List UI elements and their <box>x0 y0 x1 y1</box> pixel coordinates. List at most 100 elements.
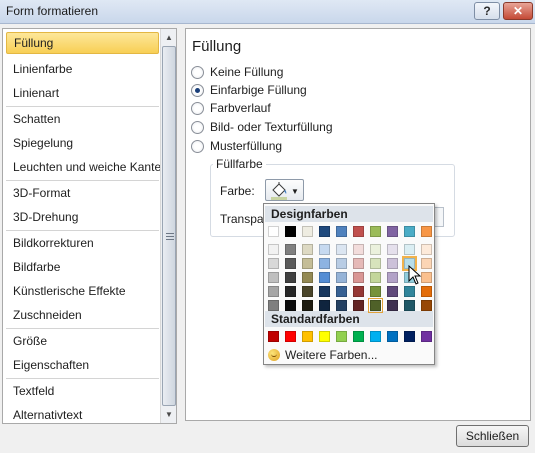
theme-color-swatch[interactable] <box>268 226 279 237</box>
theme-color-swatch[interactable] <box>353 272 364 283</box>
standard-color-swatch[interactable] <box>302 331 313 342</box>
nav-item-linienart[interactable]: Linienart <box>6 82 159 104</box>
option-musterfuellung[interactable]: Musterfüllung <box>191 137 282 155</box>
theme-color-swatch[interactable] <box>387 286 398 297</box>
theme-color-swatch[interactable] <box>353 300 364 311</box>
more-colors-item[interactable]: Weitere Farben... <box>268 347 377 363</box>
nav-item-leuchten[interactable]: Leuchten und weiche Kanten <box>6 156 168 178</box>
scroll-thumb[interactable] <box>162 46 176 406</box>
nav-item-groesse[interactable]: Größe <box>6 330 159 352</box>
theme-color-swatch[interactable] <box>285 286 296 297</box>
standard-color-swatch[interactable] <box>404 331 415 342</box>
scroll-down-icon[interactable]: ▼ <box>161 406 176 422</box>
theme-color-swatch[interactable] <box>421 272 432 283</box>
theme-color-swatch[interactable] <box>387 226 398 237</box>
theme-color-swatch[interactable] <box>336 300 347 311</box>
theme-color-swatch[interactable] <box>319 244 330 255</box>
theme-color-swatch[interactable] <box>336 258 347 269</box>
theme-color-swatch[interactable] <box>285 244 296 255</box>
theme-color-swatch[interactable] <box>387 272 398 283</box>
theme-color-swatch[interactable] <box>302 244 313 255</box>
standard-color-swatch[interactable] <box>370 331 381 342</box>
theme-color-swatch[interactable] <box>370 286 381 297</box>
theme-color-swatch[interactable] <box>319 258 330 269</box>
close-button[interactable]: Schließen <box>456 425 529 447</box>
theme-color-swatch[interactable] <box>404 226 415 237</box>
theme-color-swatch[interactable] <box>268 272 279 283</box>
option-farbverlauf[interactable]: Farbverlauf <box>191 99 271 117</box>
radio-icon[interactable] <box>191 65 204 79</box>
theme-color-swatch[interactable] <box>370 258 381 269</box>
theme-color-swatch[interactable] <box>285 300 296 311</box>
nav-item-zuschneiden[interactable]: Zuschneiden <box>6 304 159 326</box>
theme-color-swatch[interactable] <box>302 258 313 269</box>
close-window-button[interactable]: ✕ <box>503 2 533 20</box>
scroll-up-icon[interactable]: ▲ <box>161 29 176 45</box>
nav-item-schatten[interactable]: Schatten <box>6 108 159 130</box>
nav-item-spiegelung[interactable]: Spiegelung <box>6 132 159 154</box>
nav-item-kuenstlerische-effekte[interactable]: Künstlerische Effekte <box>6 280 159 302</box>
theme-color-swatch[interactable] <box>387 258 398 269</box>
theme-color-swatch[interactable] <box>387 300 398 311</box>
radio-icon[interactable] <box>191 139 204 153</box>
nav-item-linienfarbe[interactable]: Linienfarbe <box>6 58 159 80</box>
theme-color-swatch[interactable] <box>336 286 347 297</box>
standard-color-swatch[interactable] <box>268 331 279 342</box>
nav-item-3d-format[interactable]: 3D-Format <box>6 182 159 204</box>
radio-checked-icon[interactable] <box>191 83 204 97</box>
option-keine-fuellung[interactable]: Keine Füllung <box>191 63 283 81</box>
standard-color-swatch[interactable] <box>421 331 432 342</box>
theme-color-swatch[interactable] <box>370 244 381 255</box>
nav-item-textfeld[interactable]: Textfeld <box>6 380 159 402</box>
standard-color-swatch[interactable] <box>387 331 398 342</box>
theme-color-swatch[interactable] <box>319 286 330 297</box>
theme-color-swatch[interactable] <box>302 226 313 237</box>
theme-color-swatch[interactable] <box>353 244 364 255</box>
theme-color-swatch[interactable] <box>285 226 296 237</box>
nav-item-3d-drehung[interactable]: 3D-Drehung <box>6 206 159 228</box>
theme-color-swatch[interactable] <box>336 244 347 255</box>
theme-color-swatch[interactable] <box>319 300 330 311</box>
theme-color-swatch[interactable] <box>387 244 398 255</box>
standard-color-swatch[interactable] <box>285 331 296 342</box>
theme-color-swatch[interactable] <box>353 286 364 297</box>
nav-item-fuellung[interactable]: Füllung <box>6 32 159 54</box>
theme-color-swatch[interactable] <box>285 272 296 283</box>
theme-color-swatch[interactable] <box>302 286 313 297</box>
theme-color-swatch[interactable] <box>268 244 279 255</box>
theme-color-swatch[interactable] <box>404 300 415 311</box>
theme-color-swatch[interactable] <box>404 286 415 297</box>
theme-color-swatch[interactable] <box>268 286 279 297</box>
theme-color-swatch[interactable] <box>302 300 313 311</box>
nav-item-eigenschaften[interactable]: Eigenschaften <box>6 354 159 376</box>
theme-color-swatch[interactable] <box>285 258 296 269</box>
theme-color-swatch[interactable] <box>370 226 381 237</box>
theme-color-swatch[interactable] <box>421 258 432 269</box>
theme-color-swatch[interactable] <box>268 300 279 311</box>
help-button[interactable]: ? <box>474 2 500 20</box>
theme-color-swatch[interactable] <box>421 300 432 311</box>
radio-icon[interactable] <box>191 120 204 134</box>
nav-scrollbar[interactable]: ▲ ▼ <box>160 29 176 423</box>
theme-color-swatch[interactable] <box>268 258 279 269</box>
nav-item-bildfarbe[interactable]: Bildfarbe <box>6 256 159 278</box>
nav-item-bildkorrekturen[interactable]: Bildkorrekturen <box>6 232 159 254</box>
theme-color-swatch[interactable] <box>319 272 330 283</box>
option-bild-textur[interactable]: Bild- oder Texturfüllung <box>191 118 333 136</box>
theme-color-swatch[interactable] <box>353 226 364 237</box>
nav-item-alternativtext[interactable]: Alternativtext <box>6 404 159 423</box>
option-einfarbige-fuellung[interactable]: Einfarbige Füllung <box>191 81 307 99</box>
theme-color-swatch[interactable] <box>336 226 347 237</box>
radio-icon[interactable] <box>191 101 204 115</box>
color-picker-button[interactable]: ▼ <box>265 179 304 201</box>
theme-color-swatch[interactable] <box>319 226 330 237</box>
standard-color-swatch[interactable] <box>319 331 330 342</box>
standard-color-swatch[interactable] <box>336 331 347 342</box>
theme-color-swatch[interactable] <box>404 244 415 255</box>
theme-color-swatch[interactable] <box>302 272 313 283</box>
theme-color-swatch[interactable] <box>421 244 432 255</box>
theme-color-swatch[interactable] <box>421 226 432 237</box>
theme-color-swatch[interactable] <box>336 272 347 283</box>
standard-color-swatch[interactable] <box>353 331 364 342</box>
theme-color-swatch[interactable] <box>368 298 383 313</box>
